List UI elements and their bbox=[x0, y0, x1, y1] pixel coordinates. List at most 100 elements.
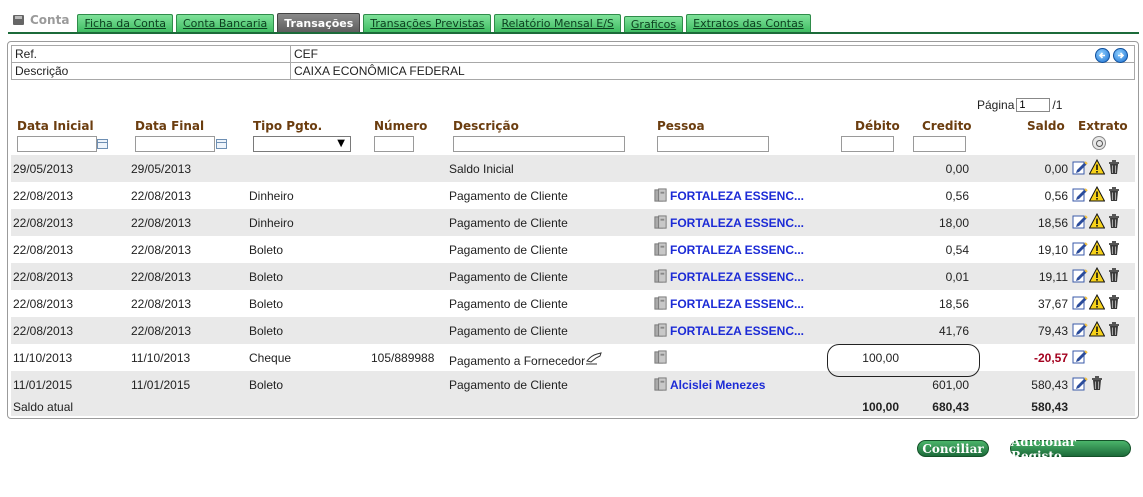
col-header-debito: Débito bbox=[855, 119, 900, 133]
cell-pessoa bbox=[653, 350, 670, 365]
pessoa-link[interactable]: FORTALEZA ESSENC... bbox=[670, 324, 804, 338]
descricao-text: Saldo Inicial bbox=[449, 162, 514, 176]
tab-bar: Conta Ficha da Conta Conta Bancaria Tran… bbox=[10, 10, 1143, 32]
filter-data-final-input[interactable] bbox=[135, 136, 215, 152]
trash-icon[interactable] bbox=[1106, 186, 1122, 202]
calendar-icon[interactable] bbox=[97, 139, 108, 149]
row-actions bbox=[1072, 159, 1122, 175]
person-card-icon bbox=[654, 215, 667, 229]
col-header-numero: Número bbox=[374, 119, 428, 133]
pessoa-link[interactable]: FORTALEZA ESSENC... bbox=[670, 216, 804, 230]
cell-credito: 18,56 bbox=[938, 297, 969, 311]
edit-icon[interactable] bbox=[1072, 375, 1088, 391]
filter-data-inicial-input[interactable] bbox=[17, 136, 97, 152]
trash-icon[interactable] bbox=[1106, 267, 1122, 283]
trash-icon[interactable] bbox=[1106, 213, 1122, 229]
pessoa-link[interactable]: FORTALEZA ESSENC... bbox=[670, 270, 804, 284]
signature-hand-icon[interactable] bbox=[585, 351, 603, 365]
warning-icon[interactable] bbox=[1089, 321, 1105, 337]
tab-transacoes[interactable]: Transações bbox=[277, 13, 361, 32]
row-actions bbox=[1072, 375, 1105, 391]
cell-tipo-pgto: Dinheiro bbox=[249, 216, 294, 230]
filter-credito-input[interactable] bbox=[913, 136, 966, 152]
filter-numero-input[interactable] bbox=[374, 136, 414, 152]
filter-descricao-input[interactable] bbox=[453, 136, 625, 152]
table-row[interactable]: 22/08/2013 22/08/2013 Dinheiro Pagamento… bbox=[11, 182, 1135, 209]
cell-data-final: 22/08/2013 bbox=[131, 189, 192, 203]
warning-icon[interactable] bbox=[1089, 267, 1105, 283]
account-book-icon bbox=[13, 14, 24, 25]
trash-icon[interactable] bbox=[1106, 240, 1122, 256]
person-card-icon bbox=[654, 377, 667, 391]
tab-graficos[interactable]: Graficos bbox=[623, 16, 684, 32]
warning-icon[interactable] bbox=[1089, 159, 1105, 175]
warning-icon[interactable] bbox=[1089, 294, 1105, 310]
cell-credito: 0,54 bbox=[945, 243, 969, 257]
cell-tipo-pgto: Boleto bbox=[249, 297, 284, 311]
cell-descricao: Pagamento de Cliente bbox=[449, 216, 568, 230]
trash-icon[interactable] bbox=[1089, 375, 1105, 391]
pager-label: Página bbox=[977, 98, 1015, 112]
tab-transacoes-previstas[interactable]: Transações Previstas bbox=[363, 14, 492, 32]
warning-icon[interactable] bbox=[1089, 186, 1105, 202]
table-row[interactable]: 11/01/2015 11/01/2015 Boleto Pagamento d… bbox=[11, 371, 1135, 398]
edit-icon[interactable] bbox=[1072, 294, 1088, 310]
calendar-icon[interactable] bbox=[216, 139, 227, 149]
cell-pessoa: FORTALEZA ESSENC... bbox=[653, 296, 804, 311]
tab-relatorio-mensal[interactable]: Relatório Mensal E/S bbox=[494, 14, 621, 32]
cell-tipo-pgto: Boleto bbox=[249, 243, 284, 257]
descricao-text: Pagamento de Cliente bbox=[449, 216, 568, 230]
table-row[interactable]: 22/08/2013 22/08/2013 Dinheiro Pagamento… bbox=[11, 209, 1135, 236]
cell-descricao: Pagamento de Cliente bbox=[449, 189, 568, 203]
cell-tipo-pgto: Dinheiro bbox=[249, 189, 294, 203]
previous-account-button[interactable] bbox=[1095, 48, 1110, 63]
cell-data-inicial: 11/01/2015 bbox=[13, 378, 73, 392]
edit-icon[interactable] bbox=[1072, 348, 1088, 364]
filter-pessoa-input[interactable] bbox=[657, 136, 769, 152]
conciliar-button[interactable]: Conciliar bbox=[917, 440, 989, 457]
pessoa-link[interactable]: FORTALEZA ESSENC... bbox=[670, 189, 804, 203]
descricao-text: Pagamento de Cliente bbox=[449, 378, 568, 392]
search-icon[interactable] bbox=[1092, 136, 1106, 150]
trash-icon[interactable] bbox=[1106, 159, 1122, 175]
edit-icon[interactable] bbox=[1072, 267, 1088, 283]
cell-pessoa: FORTALEZA ESSENC... bbox=[653, 323, 804, 338]
pessoa-link[interactable]: Alcislei Menezes bbox=[670, 378, 765, 392]
pessoa-link[interactable]: FORTALEZA ESSENC... bbox=[670, 243, 804, 257]
warning-icon[interactable] bbox=[1089, 240, 1105, 256]
next-account-button[interactable] bbox=[1113, 48, 1128, 63]
table-row[interactable]: 11/10/2013 11/10/2013 Cheque 105/889988 … bbox=[11, 344, 1135, 371]
totals-label: Saldo atual bbox=[13, 400, 74, 414]
table-row[interactable]: 22/08/2013 22/08/2013 Boleto Pagamento d… bbox=[11, 263, 1135, 290]
edit-icon[interactable] bbox=[1072, 321, 1088, 337]
trash-icon[interactable] bbox=[1106, 321, 1122, 337]
cell-saldo: 18,56 bbox=[1037, 216, 1068, 230]
edit-icon[interactable] bbox=[1072, 186, 1088, 202]
tab-conta-bancaria[interactable]: Conta Bancaria bbox=[175, 14, 275, 32]
cell-tipo-pgto: Boleto bbox=[249, 270, 284, 284]
page-number-input[interactable] bbox=[1016, 98, 1051, 112]
filter-debito-input[interactable] bbox=[841, 136, 894, 152]
edit-icon[interactable] bbox=[1072, 159, 1088, 175]
cell-data-inicial: 22/08/2013 bbox=[13, 270, 74, 284]
cell-saldo: 19,11 bbox=[1038, 270, 1068, 284]
totals-row: Saldo atual 100,00 680,43 580,43 bbox=[11, 398, 1135, 416]
edit-icon[interactable] bbox=[1072, 240, 1088, 256]
cell-data-inicial: 22/08/2013 bbox=[13, 297, 74, 311]
table-row[interactable]: 22/08/2013 22/08/2013 Boleto Pagamento d… bbox=[11, 317, 1135, 344]
table-row[interactable]: 29/05/2013 29/05/2013 Saldo Inicial 0,00… bbox=[11, 155, 1135, 182]
adicionar-registo-button[interactable]: Adicionar Registo bbox=[1010, 435, 1131, 463]
cell-saldo: 79,43 bbox=[1037, 324, 1068, 338]
table-row[interactable]: 22/08/2013 22/08/2013 Boleto Pagamento d… bbox=[11, 236, 1135, 263]
pessoa-link[interactable]: FORTALEZA ESSENC... bbox=[670, 297, 804, 311]
tab-bar-underline bbox=[8, 32, 1139, 34]
table-row[interactable]: 22/08/2013 22/08/2013 Boleto Pagamento d… bbox=[11, 290, 1135, 317]
trash-icon[interactable] bbox=[1106, 294, 1122, 310]
tab-ficha-da-conta[interactable]: Ficha da Conta bbox=[77, 14, 173, 32]
totals-saldo: 580,43 bbox=[1031, 400, 1068, 414]
tab-extratos-das-contas[interactable]: Extratos das Contas bbox=[686, 14, 811, 32]
filter-tipo-pgto-select[interactable]: ▼ bbox=[253, 136, 351, 152]
warning-icon[interactable] bbox=[1089, 213, 1105, 229]
edit-icon[interactable] bbox=[1072, 213, 1088, 229]
person-card-icon bbox=[654, 350, 667, 364]
